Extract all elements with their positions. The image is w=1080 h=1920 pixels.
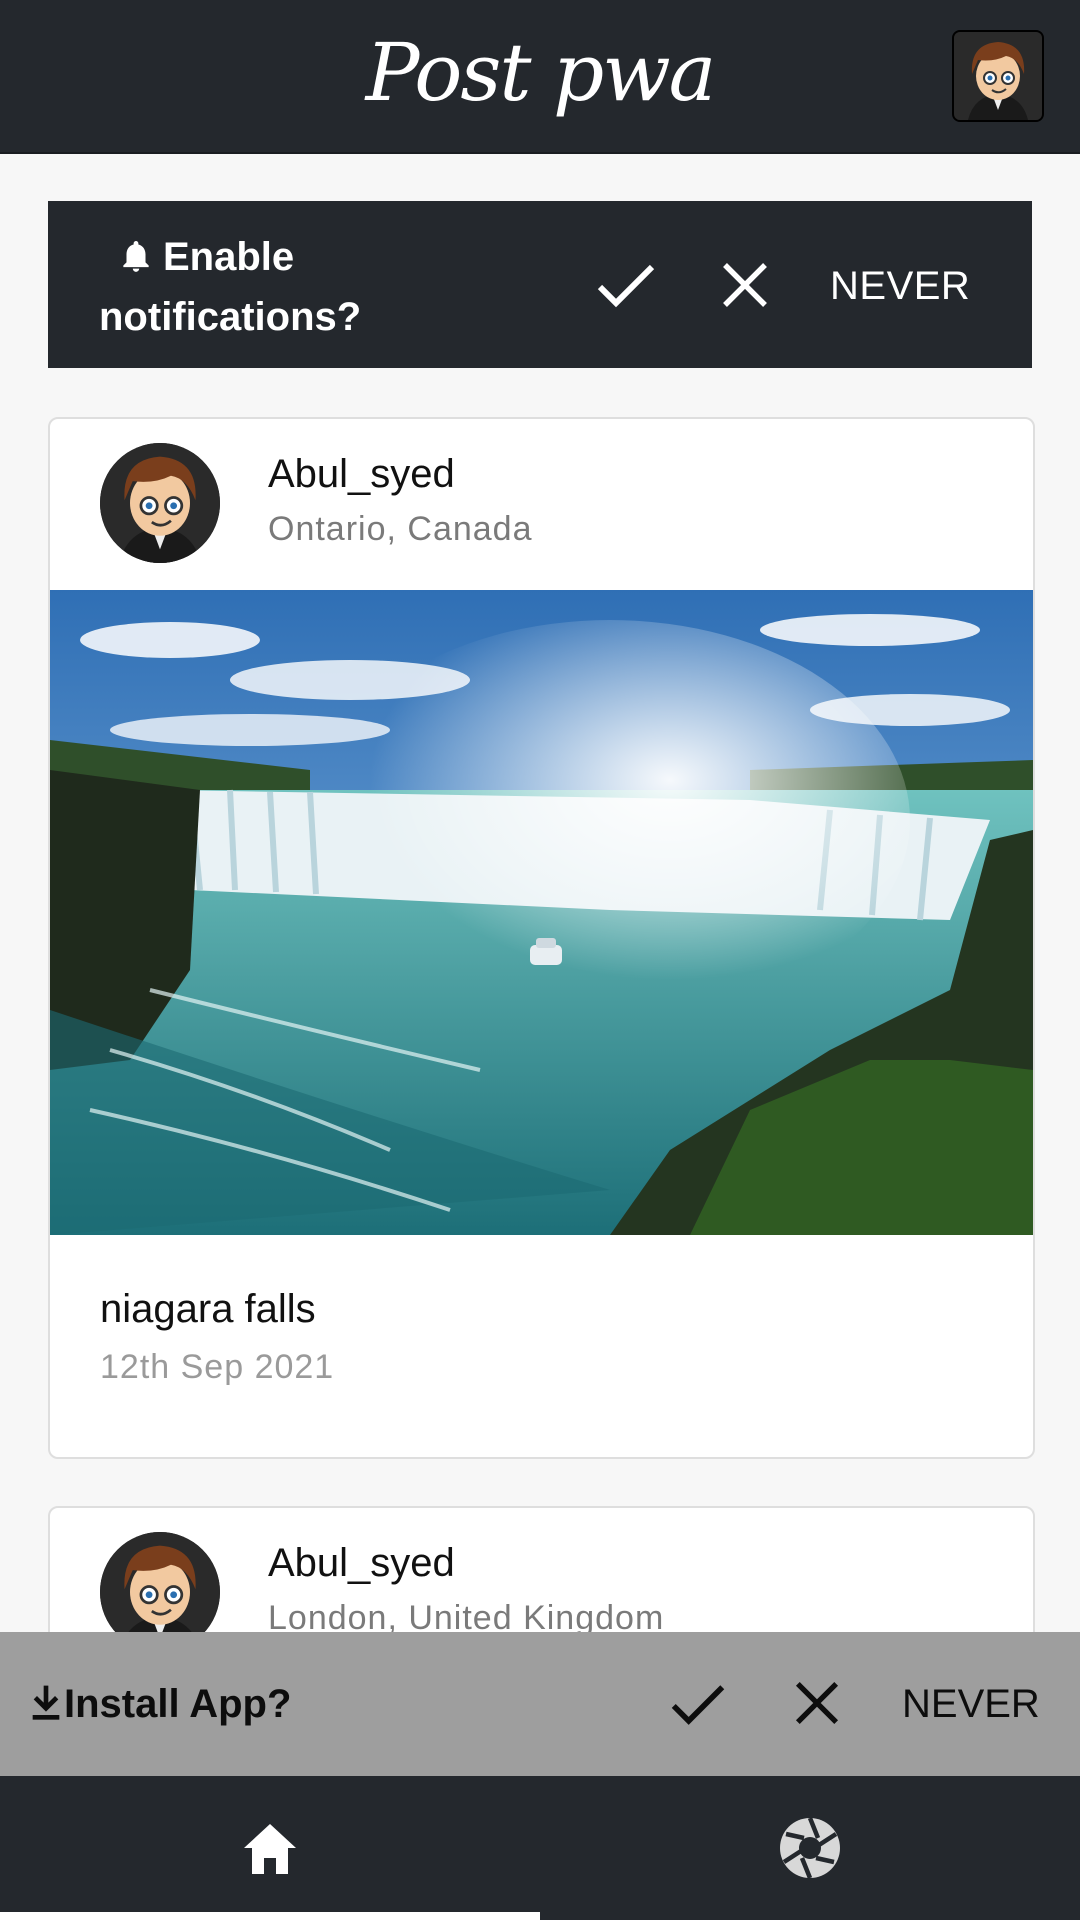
notification-prompt: Enable notifications? [99, 227, 459, 347]
post-image-waterfall [50, 590, 1033, 1235]
active-tab-indicator [0, 1912, 540, 1920]
install-accept-button[interactable] [670, 1679, 726, 1731]
install-dismiss-button[interactable] [794, 1680, 840, 1726]
nav-home-tab[interactable] [0, 1776, 540, 1920]
nav-camera-tab[interactable] [540, 1776, 1080, 1920]
post-date: 12th Sep 2021 [100, 1348, 335, 1386]
close-icon [723, 263, 767, 307]
install-never-button[interactable]: NEVER [902, 1678, 1040, 1730]
check-icon [671, 1685, 725, 1725]
post-header: Abul_syed Ontario, Canada [50, 419, 1033, 589]
download-icon [32, 1685, 60, 1720]
notification-dismiss-button[interactable] [721, 261, 769, 309]
post-username[interactable]: Abul_syed [268, 449, 455, 499]
close-icon [795, 1681, 839, 1725]
post-card: Abul_syed Ontario, Canada niagara falls … [48, 417, 1035, 1459]
install-prompt-text: Install App? [64, 1682, 292, 1726]
install-prompt-banner: Install App? NEVER [0, 1632, 1080, 1776]
camera-icon [780, 1817, 840, 1879]
post-location: Ontario, Canada [268, 510, 533, 548]
notification-accept-button[interactable] [596, 261, 656, 311]
post-author-avatar[interactable] [100, 443, 220, 563]
app-bar: Post pwa [0, 0, 1080, 154]
profile-avatar[interactable] [952, 30, 1044, 122]
bottom-navigation [0, 1776, 1080, 1920]
notification-never-button[interactable]: NEVER [830, 261, 970, 311]
install-prompt: Install App? [30, 1678, 291, 1730]
home-icon [244, 1824, 296, 1874]
notification-prompt-banner: Enable notifications? NEVER [48, 201, 1032, 368]
app-title: Post pwa [365, 26, 717, 119]
check-icon [597, 264, 655, 308]
bell-icon [123, 240, 149, 272]
post-username[interactable]: Abul_syed [268, 1538, 455, 1588]
post-caption: niagara falls [100, 1287, 316, 1331]
